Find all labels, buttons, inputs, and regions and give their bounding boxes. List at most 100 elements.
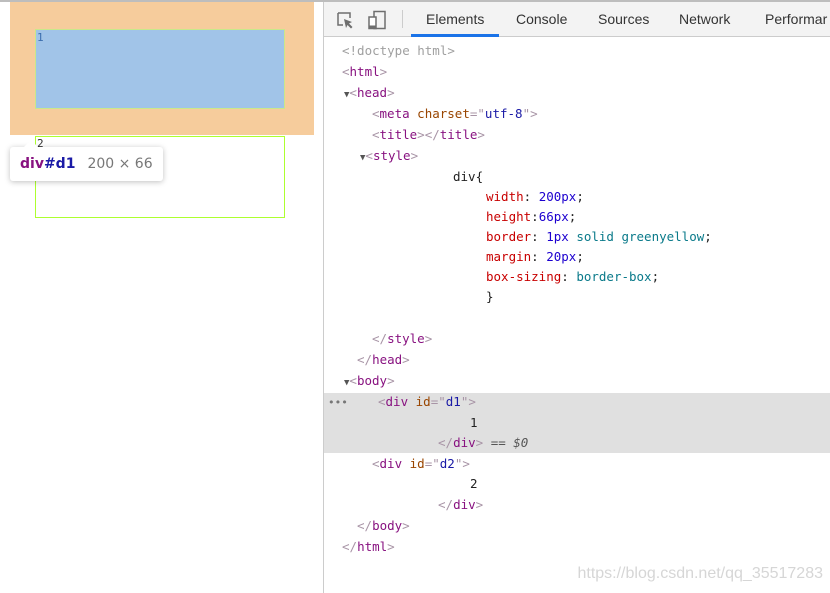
code-token: meta — [379, 106, 410, 121]
code-token: < — [349, 373, 357, 388]
code-token: style — [387, 331, 425, 346]
code-token: > — [475, 497, 484, 512]
code-token: ; — [576, 189, 584, 204]
watermark: https://blog.csdn.net/qq_35517283 — [577, 565, 823, 582]
tab-sources[interactable]: Sources — [598, 2, 649, 36]
code-token: </ — [357, 518, 373, 533]
dom-line-head[interactable]: ▼<head> — [344, 83, 830, 103]
dom-line-div-d1-close[interactable]: </div> == $0 — [438, 433, 830, 453]
code-token: } — [486, 289, 494, 304]
code-token: height — [486, 209, 532, 224]
dom-line-meta[interactable]: <meta charset="utf-8"> — [372, 104, 830, 124]
code-token: 2 — [470, 476, 478, 491]
code-token: ; — [568, 209, 577, 224]
code-token: ; — [651, 269, 660, 284]
code-token: : — [561, 269, 577, 284]
code-token: > — [410, 148, 419, 163]
dom-text-d1: 1 — [470, 413, 830, 433]
page-viewport: 1 2 div #d1 200 × 66 — [0, 2, 323, 593]
css-rule-margin: margin: 20px; — [486, 247, 830, 267]
code-token: </ — [342, 539, 358, 554]
code-token: > — [402, 518, 410, 533]
code-token: head — [356, 85, 388, 100]
code-token: < — [377, 394, 386, 409]
dom-line-html[interactable]: <html> — [342, 62, 830, 82]
code-token: d2 — [439, 456, 455, 471]
code-token: width — [486, 189, 524, 204]
css-rule-width: width: 200px; — [486, 187, 830, 207]
inspect-element-icon[interactable] — [335, 10, 355, 30]
code-token: </ — [357, 352, 373, 367]
code-token: < — [365, 148, 373, 163]
code-token: > — [424, 331, 433, 346]
code-token: ></ — [417, 127, 440, 142]
dom-line-div-d1[interactable]: ••• <div id="d1"> — [328, 392, 830, 412]
dom-line-div-d2[interactable]: <div id="d2"> — [372, 454, 830, 474]
device-toolbar-icon[interactable] — [367, 10, 387, 30]
dom-line-body-close[interactable]: </body> — [357, 516, 830, 536]
code-token: > — [379, 64, 388, 79]
code-token: < — [372, 127, 380, 142]
code-token: style — [372, 148, 411, 163]
dom-line-doctype[interactable]: <!doctype html> — [342, 41, 830, 61]
code-token: > — [387, 373, 395, 388]
code-token: d1 — [445, 394, 461, 409]
code-token: id — [409, 456, 425, 471]
tooltip-tag: div — [20, 156, 44, 172]
devtools-panel: Elements Console Sources Network Perform… — [323, 2, 830, 593]
element-inspect-tooltip: div #d1 200 × 66 — [10, 140, 163, 181]
code-token: border-box — [576, 269, 652, 284]
code-token: </ — [372, 331, 388, 346]
code-token: > — [387, 85, 395, 100]
code-token: "> — [522, 106, 538, 121]
dom-line-body[interactable]: ▼<body> — [344, 371, 830, 391]
code-token: title — [379, 127, 418, 142]
code-token: div — [379, 456, 403, 471]
code-token: > — [387, 539, 395, 554]
div-d1-highlight[interactable]: 1 — [35, 29, 285, 109]
code-token: border — [486, 229, 532, 244]
code-token: "> — [454, 456, 470, 471]
code-token: > — [477, 127, 485, 142]
dom-line-style[interactable]: ▼<style> — [360, 146, 830, 166]
code-token: ; — [704, 229, 712, 244]
code-token: id — [415, 394, 431, 409]
dom-line-html-close[interactable]: </html> — [342, 537, 830, 557]
code-token: =" — [469, 106, 485, 121]
code-token: div — [385, 394, 409, 409]
code-token: < — [372, 106, 380, 121]
code-token: utf-8 — [484, 106, 523, 121]
tab-console[interactable]: Console — [516, 2, 567, 36]
code-token: < — [349, 85, 357, 100]
code-token: < — [372, 456, 380, 471]
selected-marker: == $0 — [490, 435, 529, 450]
code-token: > — [475, 435, 484, 450]
code-token: body — [356, 373, 388, 388]
dom-line-head-close[interactable]: </head> — [357, 350, 830, 370]
css-rule-box-sizing: box-sizing: border-box; — [486, 267, 830, 287]
code-token: html — [349, 64, 380, 79]
code-token: head — [372, 352, 403, 367]
tab-elements[interactable]: Elements — [410, 2, 500, 37]
div-d1-text: 1 — [37, 31, 44, 44]
css-selector: div{ — [453, 167, 830, 187]
dom-line-style-close[interactable]: </style> — [372, 329, 830, 349]
code-token: 20px — [546, 249, 577, 264]
devtools-toolbar: Elements Console Sources Network Perform… — [324, 2, 830, 37]
tab-network[interactable]: Network — [679, 2, 730, 36]
code-token: box-sizing — [486, 269, 562, 284]
code-token: "> — [460, 394, 476, 409]
code-token: body — [372, 518, 403, 533]
css-rule-border: border: 1px solid greenyellow; — [486, 227, 830, 247]
code-token: 66px — [538, 209, 569, 224]
code-token: html — [357, 539, 388, 554]
elements-dom-tree: <!doctype html> <html> ▼<head> <meta cha… — [324, 37, 830, 593]
code-token: : — [531, 209, 539, 224]
tab-performance[interactable]: Performar — [765, 2, 827, 36]
more-options-icon[interactable]: ••• — [328, 396, 348, 409]
dom-text-d2: 2 — [470, 474, 830, 494]
css-rule-height: height:66px; — [486, 207, 830, 227]
dom-line-div-d2-close[interactable]: </div> — [438, 495, 830, 515]
toolbar-separator — [402, 10, 403, 28]
dom-line-title[interactable]: <title></title> — [372, 125, 830, 145]
